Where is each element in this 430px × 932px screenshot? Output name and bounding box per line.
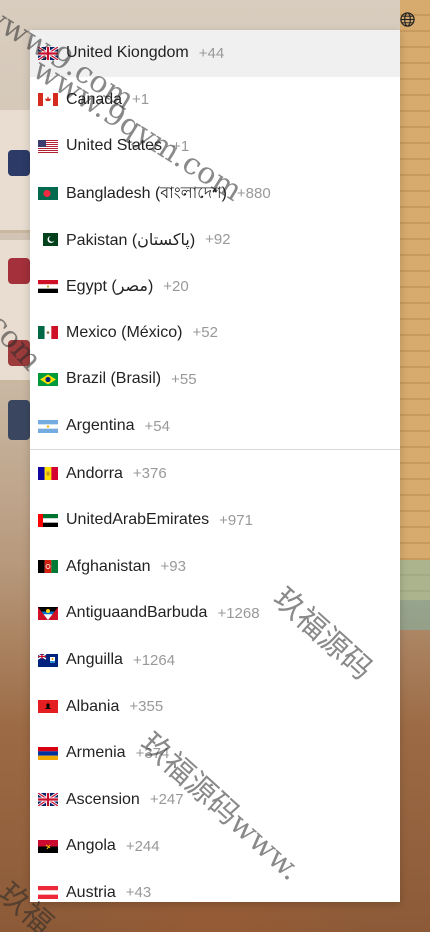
dial-code: +55 [171, 370, 197, 388]
antigua-flag-icon [38, 606, 58, 620]
angola-flag-icon [38, 839, 58, 853]
country-option-argentina[interactable]: Argentina +54 [30, 403, 400, 450]
country-name: Afghanistan [66, 557, 151, 575]
country-name: Albania [66, 697, 120, 715]
dial-code: +374 [135, 744, 170, 762]
country-name: Anguilla [66, 651, 123, 669]
globe-icon[interactable] [400, 12, 415, 27]
dial-code: +92 [205, 231, 231, 249]
country-option-mexico[interactable]: Mexico (México) +52 [30, 310, 400, 357]
country-option-canada[interactable]: Canada +1 [30, 77, 400, 124]
country-name: Argentina [66, 417, 135, 435]
country-code-dropdown[interactable]: United Kiongdom +44 Canada +1 United States +… [30, 30, 400, 902]
country-option-anguilla[interactable]: Anguilla +1264 [30, 637, 400, 684]
usa-flag-icon [38, 139, 58, 153]
country-name: UnitedArabEmirates [66, 511, 210, 529]
dial-code: +44 [198, 44, 225, 62]
country-name: Angola [66, 837, 116, 855]
country-name: United Kiongdom [66, 44, 189, 62]
armenia-flag-icon [38, 746, 58, 760]
argentina-flag-icon [38, 419, 58, 433]
egypt-flag-icon [38, 279, 58, 293]
mexico-flag-icon [38, 326, 58, 340]
country-option-armenia[interactable]: Armenia +374 [30, 730, 400, 777]
uk-flag-icon [38, 46, 58, 60]
dial-code: +93 [160, 558, 186, 576]
dial-code: +355 [129, 698, 164, 716]
background-pillar [400, 0, 430, 600]
country-name: AntiguaandBarbuda [66, 604, 208, 622]
dial-code: +971 [219, 511, 253, 529]
country-option-uk[interactable]: United Kiongdom +44 [30, 30, 400, 77]
country-name: Brazil (Brasil) [66, 370, 162, 388]
dial-code: +1 [132, 91, 150, 109]
dial-code: +54 [144, 417, 170, 435]
country-option-pakistan[interactable]: Pakistan (پاکستان) +92 [30, 216, 400, 263]
dial-code: +247 [149, 791, 184, 809]
background-bag [8, 150, 30, 176]
dial-code: +880 [236, 184, 271, 202]
country-option-albania[interactable]: Albania +355 [30, 683, 400, 730]
country-option-bangladesh[interactable]: Bangladesh (বাংলাদেশ) +880 [30, 170, 400, 217]
canada-flag-icon [38, 93, 58, 107]
afghanistan-flag-icon [38, 560, 58, 574]
dial-code: +1264 [132, 651, 176, 669]
country-option-uae[interactable]: UnitedArabEmirates +971 [30, 497, 400, 544]
country-name: Armenia [66, 744, 126, 762]
country-option-antigua[interactable]: AntiguaandBarbuda +1268 [30, 590, 400, 637]
country-option-angola[interactable]: Angola +244 [30, 823, 400, 870]
background-bag [8, 258, 30, 284]
ascension-flag-icon [38, 793, 58, 807]
dial-code: +20 [163, 277, 189, 295]
country-name: Egypt (مصر) [66, 278, 154, 296]
uae-flag-icon [38, 513, 58, 527]
brazil-flag-icon [38, 372, 58, 386]
country-name: Ascension [66, 790, 140, 808]
andorra-flag-icon [38, 467, 58, 481]
dial-code: +52 [192, 324, 218, 342]
pakistan-flag-icon [38, 233, 58, 247]
country-name: Canada [66, 90, 123, 108]
dial-code: +244 [125, 837, 160, 855]
country-name: Austria [66, 883, 116, 901]
country-option-brazil[interactable]: Brazil (Brasil) +55 [30, 356, 400, 403]
all-country-list: Andorra +376 UnitedArabEmirates +971 Afghani… [30, 450, 400, 902]
top-country-list: United Kiongdom +44 Canada +1 United States +… [30, 30, 400, 449]
bangladesh-flag-icon [38, 186, 58, 200]
background-glass [400, 560, 430, 630]
albania-flag-icon [38, 700, 58, 714]
dial-code: +1 [172, 137, 190, 155]
country-option-egypt[interactable]: Egypt (مصر) +20 [30, 263, 400, 310]
country-name: United States [66, 137, 163, 155]
dial-code: +376 [132, 465, 167, 483]
dial-code: +43 [125, 884, 152, 902]
background-bag [8, 340, 30, 366]
country-option-usa[interactable]: United States +1 [30, 123, 400, 170]
country-option-austria[interactable]: Austria +43 [30, 870, 400, 902]
anguilla-flag-icon [38, 653, 58, 667]
background-bag [8, 400, 30, 440]
country-option-ascension[interactable]: Ascension +247 [30, 777, 400, 824]
austria-flag-icon [38, 886, 58, 900]
dial-code: +1268 [217, 604, 260, 622]
country-name: Andorra [66, 464, 123, 482]
country-name: Bangladesh (বাংলাদেশ) [66, 184, 227, 202]
country-name: Pakistan (پاکستان) [66, 231, 196, 249]
country-option-afghanistan[interactable]: Afghanistan +93 [30, 544, 400, 591]
country-option-andorra[interactable]: Andorra +376 [30, 450, 400, 497]
country-name: Mexico (México) [66, 323, 183, 341]
